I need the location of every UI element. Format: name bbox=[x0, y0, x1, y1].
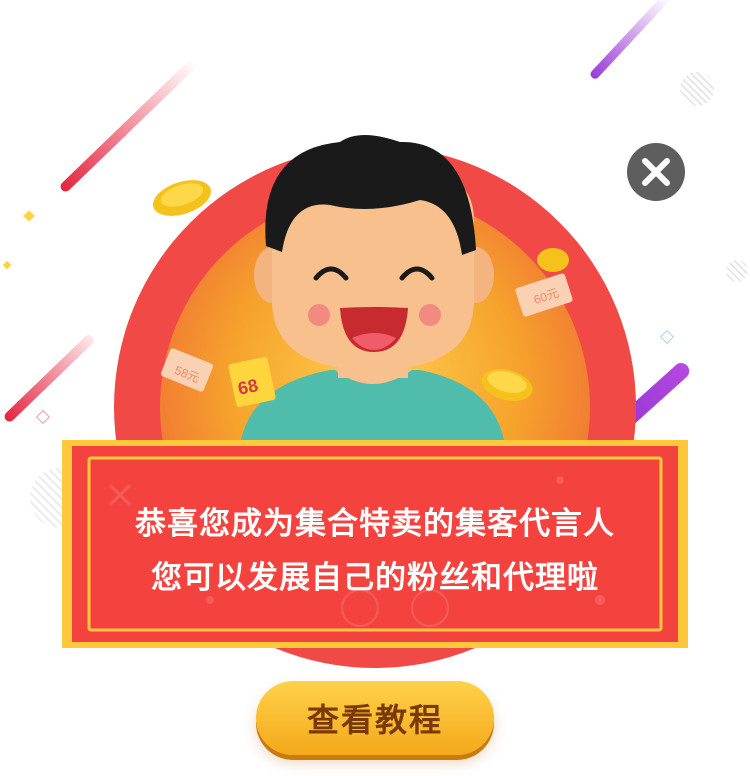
close-icon bbox=[642, 158, 670, 186]
message-banner bbox=[62, 440, 688, 648]
message-line-1: 恭喜您成为集合特卖的集客代言人 bbox=[135, 506, 615, 542]
close-button[interactable] bbox=[627, 143, 685, 201]
view-tutorial-button[interactable]: 查看教程 bbox=[256, 681, 494, 755]
view-tutorial-label: 查看教程 bbox=[306, 701, 443, 739]
message-line-2: 您可以发展自己的粉丝和代理啦 bbox=[151, 560, 599, 596]
